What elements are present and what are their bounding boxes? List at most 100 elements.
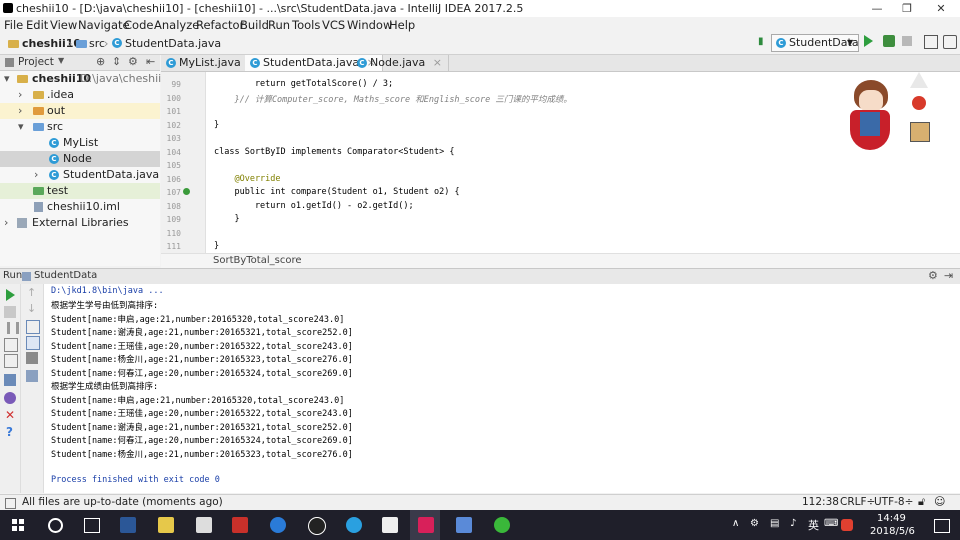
- close-icon[interactable]: ✕: [926, 0, 956, 17]
- project-structure-icon[interactable]: [924, 35, 938, 49]
- help-icon[interactable]: ?: [6, 425, 13, 439]
- hide-panel-icon[interactable]: ⇥: [944, 269, 953, 282]
- file-explorer-icon[interactable]: [158, 517, 174, 533]
- rerun-icon[interactable]: [6, 289, 15, 301]
- gear-icon[interactable]: ⚙: [928, 269, 938, 282]
- print-icon[interactable]: [26, 352, 38, 364]
- tree-item-iml[interactable]: cheshii10.iml: [0, 199, 160, 215]
- gear-icon[interactable]: ⚙: [128, 55, 138, 68]
- store-icon[interactable]: [196, 517, 212, 533]
- windows-start-icon[interactable]: [12, 519, 24, 531]
- tree-item-node[interactable]: C Node: [0, 151, 160, 167]
- ime-mode-icon[interactable]: ⌨: [824, 518, 838, 529]
- clock-time[interactable]: 14:49: [877, 513, 906, 524]
- volume-icon[interactable]: ♪: [790, 518, 796, 529]
- tree-item-idea[interactable]: › .idea: [0, 87, 160, 103]
- collapse-all-icon[interactable]: ⇕: [112, 55, 121, 68]
- editor-breadcrumb[interactable]: SortByTotal_score: [213, 255, 302, 266]
- close-icon[interactable]: ✕: [5, 408, 15, 422]
- intellij-taskbar-icon[interactable]: [418, 517, 434, 533]
- stop-icon[interactable]: [902, 36, 912, 46]
- tree-arrow-icon[interactable]: ▾: [4, 71, 10, 87]
- menu-window[interactable]: Window: [347, 18, 392, 32]
- menu-view[interactable]: View: [50, 18, 77, 32]
- word-icon[interactable]: [120, 517, 136, 533]
- antivirus-icon[interactable]: [841, 519, 853, 531]
- edge-icon[interactable]: [270, 517, 286, 533]
- menu-code[interactable]: Code: [124, 18, 153, 32]
- menu-edit[interactable]: Edit: [26, 18, 48, 32]
- pin-icon[interactable]: [4, 392, 16, 404]
- restore-layout-icon[interactable]: [4, 374, 16, 386]
- tool-windows-icon[interactable]: [5, 498, 16, 509]
- minimize-icon[interactable]: —: [862, 0, 892, 17]
- tree-arrow-icon[interactable]: ▾: [18, 119, 24, 135]
- tree-arrow-icon[interactable]: ›: [4, 215, 8, 231]
- notifications-icon[interactable]: [934, 519, 950, 533]
- lock-icon[interactable]: 🔓︎: [918, 495, 925, 509]
- dump-threads-icon[interactable]: [4, 338, 18, 352]
- exit-icon[interactable]: [4, 354, 18, 368]
- debug-icon[interactable]: [883, 35, 895, 47]
- pause-icon[interactable]: [7, 322, 19, 334]
- run-config-select[interactable]: C StudentData ▼: [771, 34, 859, 52]
- menu-help[interactable]: Help: [389, 18, 415, 32]
- chevron-up-icon[interactable]: ∧: [732, 518, 739, 529]
- tree-item-src[interactable]: ▾ src: [0, 119, 160, 135]
- line-separator[interactable]: CRLF÷: [840, 496, 875, 508]
- tree-item-external-libraries[interactable]: › External Libraries: [0, 215, 160, 231]
- tree-item-out[interactable]: › out: [0, 103, 160, 119]
- tree-arrow-icon[interactable]: ›: [18, 87, 22, 103]
- breadcrumb-file[interactable]: StudentData.java: [125, 37, 221, 50]
- search-icon[interactable]: [48, 518, 63, 533]
- menu-run[interactable]: Run: [268, 18, 290, 32]
- close-tab-icon[interactable]: ×: [433, 56, 442, 69]
- scroll-to-end-icon[interactable]: [26, 336, 40, 350]
- run-console[interactable]: D:\jkd1.8\bin\java ... 根据学生学号由低到高排序: Stu…: [44, 284, 960, 493]
- search-everywhere-icon[interactable]: [943, 35, 957, 49]
- project-panel-title[interactable]: Project: [18, 56, 54, 68]
- trash-icon[interactable]: [26, 370, 38, 382]
- menu-navigate[interactable]: Navigate: [78, 18, 130, 32]
- maximize-icon[interactable]: ❐: [892, 0, 922, 17]
- wechat-icon[interactable]: [494, 517, 510, 533]
- tree-arrow-icon[interactable]: ›: [34, 167, 38, 183]
- tab-node[interactable]: C Node.java ×: [352, 55, 449, 71]
- menu-vcs[interactable]: VCS: [322, 18, 345, 32]
- breadcrumb-src[interactable]: src: [89, 37, 105, 50]
- reader-icon[interactable]: [232, 517, 248, 533]
- stop-icon[interactable]: [4, 306, 16, 318]
- hide-panel-icon[interactable]: ⇤: [146, 55, 155, 68]
- locate-icon[interactable]: ⊕: [96, 55, 105, 68]
- network-icon[interactable]: ▤: [770, 518, 779, 529]
- run-icon[interactable]: [864, 35, 873, 47]
- tree-item-studentdata[interactable]: › C StudentData.java: [0, 167, 160, 183]
- menu-tools[interactable]: Tools: [292, 18, 320, 32]
- override-marker-icon[interactable]: [183, 188, 190, 195]
- tree-item-mylist[interactable]: C MyList: [0, 135, 160, 151]
- virtualbox-icon[interactable]: [456, 517, 472, 533]
- code-editor[interactable]: return getTotalScore() / 3; }// 计算Comput…: [206, 72, 960, 253]
- run-tab-title[interactable]: StudentData: [34, 270, 97, 281]
- arrow-up-icon[interactable]: ↑: [27, 286, 36, 299]
- soft-wrap-icon[interactable]: [26, 320, 40, 334]
- menu-analyze[interactable]: Analyze: [154, 18, 199, 32]
- clock-date[interactable]: 2018/5/6: [870, 526, 915, 537]
- qq-icon[interactable]: [308, 517, 326, 535]
- inspector-icon[interactable]: ☺: [934, 495, 945, 508]
- editor-gutter[interactable]: 99 100 101 102 103 104 105 106 107 108 1…: [161, 72, 206, 253]
- tree-arrow-icon[interactable]: ›: [18, 103, 22, 119]
- menu-refactor[interactable]: Refactor: [196, 18, 244, 32]
- caret-position[interactable]: 112:38: [802, 496, 839, 508]
- menu-file[interactable]: File: [4, 18, 23, 32]
- browser-icon[interactable]: [346, 517, 362, 533]
- tray-icon[interactable]: ⚙: [750, 518, 759, 529]
- file-encoding[interactable]: UTF-8÷: [874, 496, 913, 508]
- app-icon[interactable]: [382, 517, 398, 533]
- chevron-down-icon[interactable]: ▼: [58, 56, 64, 65]
- tree-item-cheshii10[interactable]: ▾ cheshii10 D:\java\cheshii10: [0, 71, 175, 87]
- task-view-icon[interactable]: [84, 518, 100, 533]
- tree-item-test[interactable]: test: [0, 183, 160, 199]
- ime-indicator[interactable]: 英: [808, 517, 819, 533]
- menu-build[interactable]: Build: [240, 18, 269, 32]
